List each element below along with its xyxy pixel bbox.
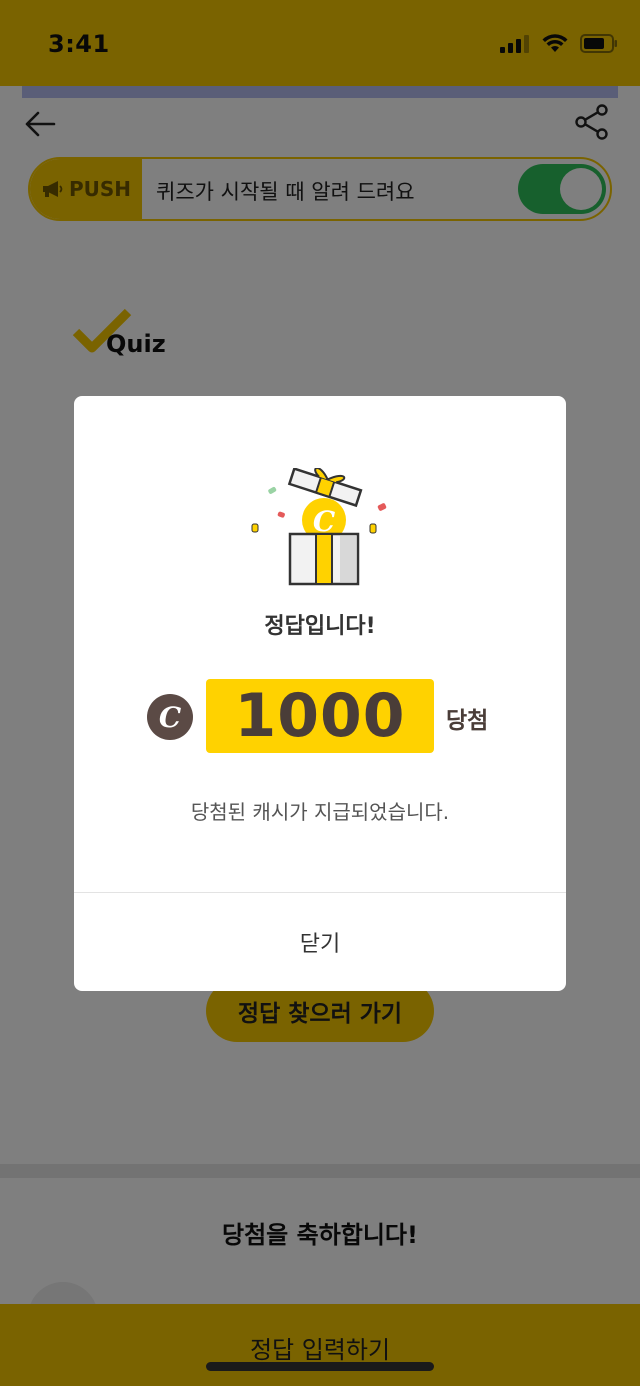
gift-box-icon: C	[251, 468, 387, 586]
coin-letter: C	[159, 701, 182, 734]
home-indicator	[206, 1362, 434, 1371]
prize-amount: 1000	[234, 681, 406, 751]
close-button[interactable]: 닫기	[74, 893, 566, 991]
dialog-message: 당첨된 캐시가 지급되었습니다.	[190, 800, 450, 824]
prize-row: C 1000 당첨	[74, 679, 566, 755]
cash-coin-icon: C	[147, 694, 193, 740]
prize-amount-box: 1000	[206, 679, 434, 753]
close-label: 닫기	[299, 932, 341, 957]
result-dialog: C 정답입니다! C 1000 당첨 당첨된 캐시가 지급되었습니다. 닫기	[74, 396, 566, 991]
dialog-title: 정답입니다!	[264, 614, 376, 639]
prize-suffix: 당첨	[446, 708, 489, 734]
